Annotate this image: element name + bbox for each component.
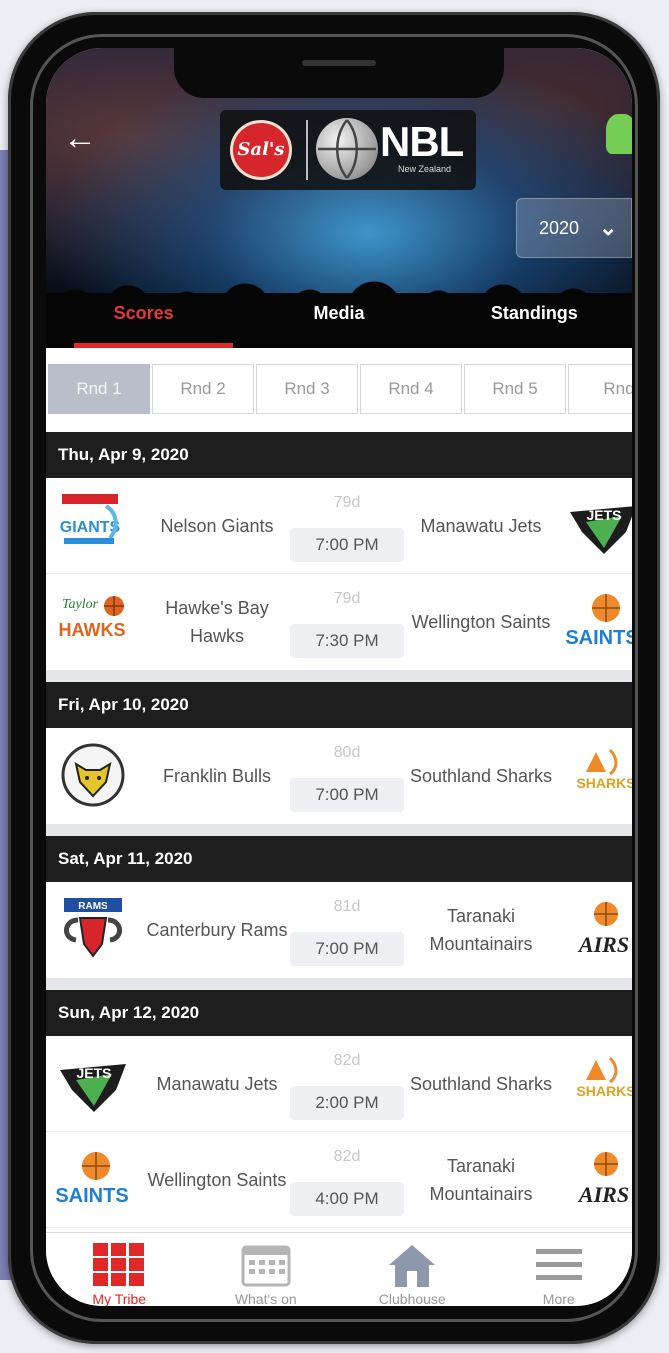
game-time: 7:30 PM — [290, 624, 404, 658]
svg-text:Taylor: Taylor — [62, 597, 99, 612]
league-logo: Sal's NBL New Zealand — [220, 110, 476, 190]
game-row[interactable]: Taylor HAWKS Hawke's Bay Hawks 79d 7:30 … — [46, 574, 632, 682]
section-tabs: Scores Media Standings — [46, 296, 632, 348]
round-tab-5[interactable]: Rnd 5 — [464, 364, 566, 414]
round-tab-4[interactable]: Rnd 4 — [360, 364, 462, 414]
game-time: 7:00 PM — [290, 528, 404, 562]
back-arrow-icon: ← — [63, 119, 97, 157]
away-team-name: Wellington Saints — [411, 612, 551, 632]
nav-my-tribe[interactable]: My Tribe — [46, 1233, 193, 1306]
home-team-name: Nelson Giants — [160, 516, 274, 536]
nav-whats-on[interactable]: What's on — [193, 1233, 340, 1306]
league-logo-subtext: New Zealand — [398, 164, 452, 174]
svg-text:JETS: JETS — [586, 507, 621, 523]
away-team-name: Southland Sharks — [409, 1074, 553, 1094]
canterbury-rams-logo: RAMS — [64, 898, 122, 958]
round-tab-1[interactable]: Rnd 1 — [48, 364, 150, 414]
franklin-bulls-logo — [61, 743, 125, 807]
home-icon — [389, 1245, 436, 1287]
nelson-giants-logo: GIANTS — [60, 494, 121, 544]
round-selector: Rnd 1 Rnd 2 Rnd 3 Rnd 4 Rnd 5 Rnd — [46, 364, 632, 414]
game-row[interactable]: SAINTS Wellington Saints 82d 4:00 PM Tar… — [46, 1132, 632, 1228]
wellington-saints-logo: SAINTS — [56, 1152, 129, 1207]
tab-media[interactable]: Media — [241, 296, 436, 348]
game-row[interactable]: Franklin Bulls 80d 7:00 PM Southland Sha… — [46, 728, 632, 836]
phone-notch — [174, 48, 504, 98]
nav-label: Clubhouse — [378, 1291, 446, 1306]
nav-label: More — [542, 1291, 575, 1306]
svg-text:RAMS: RAMS — [78, 901, 108, 912]
logo-divider — [306, 120, 308, 180]
nav-clubhouse[interactable]: Clubhouse — [339, 1233, 486, 1306]
round-tab-6[interactable]: Rnd — [568, 364, 632, 414]
game-time: 7:00 PM — [290, 932, 404, 966]
svg-text:SAINTS: SAINTS — [56, 1185, 129, 1207]
game-row[interactable]: GIANTS Nelson Giants 79d 7:00 PM Manawat… — [46, 478, 632, 574]
basketball-icon — [316, 118, 378, 180]
season-dropdown[interactable]: 2020 ⌄ — [516, 198, 632, 258]
svg-text:HAWKS: HAWKS — [59, 620, 126, 640]
game-row[interactable]: JETS Manawatu Jets 82d 2:00 PM Southland… — [46, 1036, 632, 1132]
away-team-name: Taranaki Mountainairs — [429, 906, 533, 954]
tab-standings[interactable]: Standings — [437, 296, 632, 348]
game-time: 2:00 PM — [290, 1086, 404, 1120]
menu-icon — [535, 1249, 582, 1280]
speaker-grille — [302, 60, 376, 66]
round-tag: 80d — [333, 744, 361, 761]
date-header: Sun, Apr 12, 2020 — [46, 990, 632, 1036]
fixtures-list: Thu, Apr 9, 2020 GIANTS Nelson Giants 79… — [46, 432, 632, 1228]
game-time: 4:00 PM — [290, 1182, 404, 1216]
svg-text:SHARKS: SHARKS — [576, 775, 632, 791]
taranaki-mountainairs-logo: AIRS — [577, 902, 629, 957]
taranaki-mountainairs-logo: AIRS — [577, 1152, 629, 1207]
away-team-name: Manawatu Jets — [420, 516, 542, 536]
svg-text:JETS: JETS — [76, 1065, 111, 1081]
home-team-name: Canterbury Rams — [146, 920, 288, 940]
round-tab-2[interactable]: Rnd 2 — [152, 364, 254, 414]
southland-sharks-logo: SHARKS — [576, 1056, 632, 1099]
grid-icon — [93, 1243, 145, 1286]
date-header: Sat, Apr 11, 2020 — [46, 836, 632, 882]
league-logo-text: NBL — [380, 118, 464, 165]
round-tag: 82d — [333, 1052, 361, 1069]
svg-text:AIRS: AIRS — [577, 932, 629, 957]
away-team-name: Taranaki Mountainairs — [429, 1156, 533, 1204]
manawatu-jets-logo: JETS — [60, 1064, 126, 1112]
back-button[interactable]: ← — [62, 120, 98, 156]
home-team-name: Franklin Bulls — [162, 766, 272, 786]
nav-label: My Tribe — [92, 1291, 147, 1306]
round-tag: 79d — [333, 590, 361, 607]
home-team-name: Manawatu Jets — [156, 1074, 278, 1094]
game-time: 7:00 PM — [290, 778, 404, 812]
round-tag: 82d — [333, 1148, 361, 1165]
calendar-icon — [241, 1245, 291, 1287]
svg-text:AIRS: AIRS — [577, 1182, 629, 1207]
arena-light — [606, 114, 632, 154]
wellington-saints-logo: SAINTS — [566, 594, 632, 649]
app-screen: ← Sal's NBL New Zealand 2020 ⌄ Scores Me… — [46, 48, 632, 1306]
season-value: 2020 — [539, 217, 580, 238]
date-header: Fri, Apr 10, 2020 — [46, 682, 632, 728]
game-row[interactable]: RAMS Canterbury Rams 81d 7:00 PM Taranak… — [46, 882, 632, 990]
sponsor-logo: Sal's — [230, 120, 292, 180]
southland-sharks-logo: SHARKS — [576, 748, 632, 791]
round-tag: 79d — [333, 494, 361, 511]
home-team-name: Wellington Saints — [147, 1170, 287, 1190]
svg-text:SAINTS: SAINTS — [566, 627, 632, 649]
away-team-name: Southland Sharks — [409, 766, 553, 786]
tab-scores[interactable]: Scores — [46, 296, 241, 348]
manawatu-jets-logo: JETS — [570, 506, 632, 554]
round-tab-3[interactable]: Rnd 3 — [256, 364, 358, 414]
chevron-down-icon: ⌄ — [599, 215, 618, 240]
date-header: Thu, Apr 9, 2020 — [46, 432, 632, 478]
home-team-name: Hawke's Bay Hawks — [165, 598, 269, 646]
bottom-navigation: My Tribe What's on Clubhouse More — [46, 1232, 632, 1306]
hawkes-bay-hawks-logo: Taylor HAWKS — [59, 596, 126, 640]
svg-text:SHARKS: SHARKS — [576, 1083, 632, 1099]
nav-label: What's on — [234, 1291, 297, 1306]
round-tag: 81d — [333, 898, 361, 915]
nav-more[interactable]: More — [486, 1233, 633, 1306]
